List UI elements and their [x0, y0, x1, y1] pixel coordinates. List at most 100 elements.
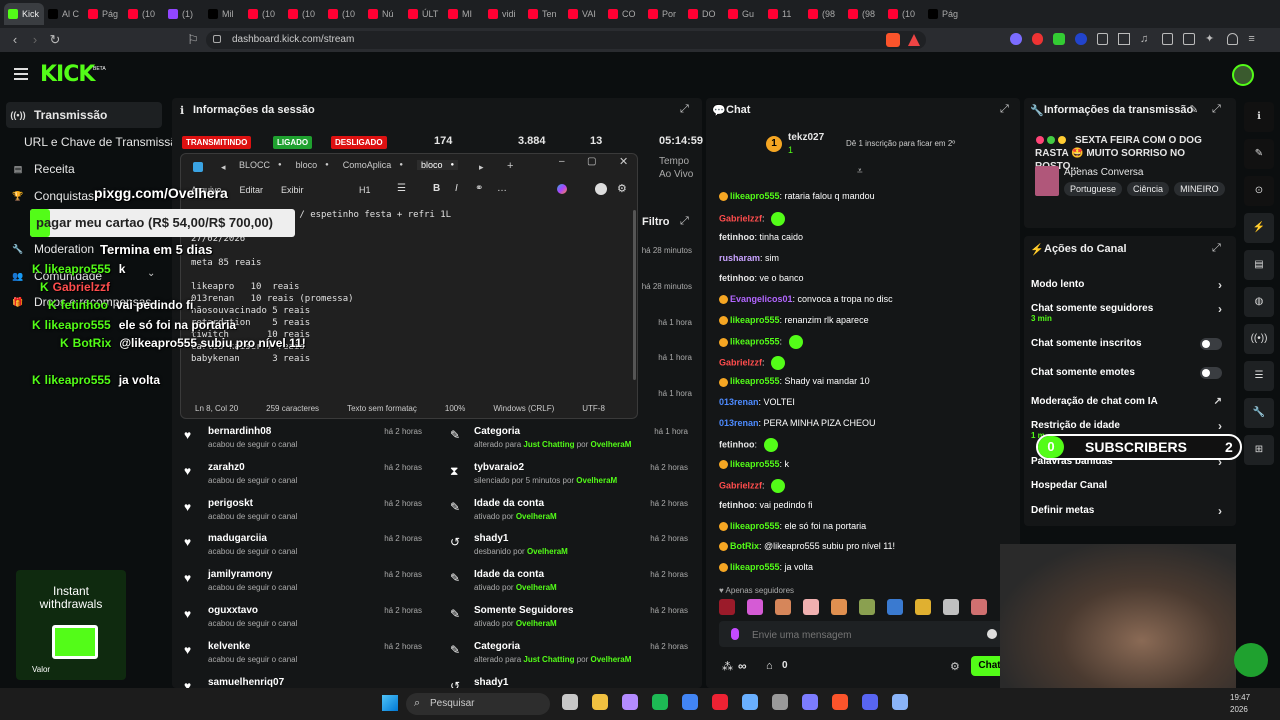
expand-icon[interactable]: ⤢	[680, 215, 689, 228]
mod-log-target[interactable]: Categoria	[474, 641, 520, 652]
browser-tab[interactable]: (10	[244, 3, 284, 25]
chat-input[interactable]	[752, 628, 952, 642]
taskbar-app-icon[interactable]	[772, 694, 788, 710]
taskbar-app-icon[interactable]	[802, 694, 818, 710]
browser-tab[interactable]: Al C	[44, 3, 84, 25]
channel-action[interactable]: Chat somente seguidores 3 min ›	[1031, 302, 1226, 323]
browser-tab[interactable]: (10	[884, 3, 924, 25]
vpn-icon[interactable]	[1226, 33, 1239, 45]
taskbar-app-icon[interactable]	[622, 694, 638, 710]
sidebar-item[interactable]: 🔧 Moderation	[10, 238, 94, 260]
taskbar-app-icon[interactable]	[862, 694, 878, 710]
browser-tab[interactable]: ÚLT	[404, 3, 444, 25]
info-icon[interactable]: ℹ	[1244, 102, 1274, 132]
doc-icon[interactable]: ▤	[1244, 250, 1274, 280]
browser-tab[interactable]: vidi	[484, 3, 524, 25]
browser-tab[interactable]: Mil	[204, 3, 244, 25]
emote-icon[interactable]	[915, 599, 931, 615]
sidebar-item[interactable]: ▤ Receita	[10, 158, 75, 180]
reload-icon[interactable]: ↻	[48, 33, 62, 47]
more-icon[interactable]: …	[497, 183, 507, 194]
channel-action[interactable]: Definir metas ›	[1031, 504, 1226, 518]
chat-username[interactable]: likeapro555	[730, 562, 780, 572]
avatar[interactable]	[1232, 64, 1254, 86]
browser-tab[interactable]: (10	[324, 3, 364, 25]
chat-username[interactable]: BotRix	[730, 541, 759, 551]
points-icon[interactable]: ⁂	[722, 660, 733, 673]
taskbar-app-icon[interactable]	[652, 694, 668, 710]
sidebar-item[interactable]: URL e Chave de Transmissão	[10, 131, 184, 153]
toggle-switch[interactable]	[1200, 338, 1222, 350]
minimize-icon[interactable]: –	[559, 156, 565, 167]
url-field[interactable]: dashboard.kick.com/stream	[206, 31, 926, 49]
follower-name[interactable]: samuelhenriq07	[208, 677, 284, 688]
sidebar-icon[interactable]	[1161, 33, 1174, 45]
mic-icon[interactable]	[731, 628, 739, 640]
follower-name[interactable]: madugarciia	[208, 533, 267, 544]
menu-icon[interactable]: ≡	[1248, 33, 1260, 45]
hamburger-menu-icon[interactable]	[14, 68, 28, 80]
emote-icon[interactable]	[775, 599, 791, 615]
chat-username[interactable]: Gabrielzzf	[719, 481, 762, 491]
magic-icon[interactable]: ✦	[1205, 33, 1217, 45]
mod-log-target[interactable]: tybvaraio2	[474, 462, 524, 473]
notepad-menu-item[interactable]: Exibir	[281, 185, 304, 195]
taskbar-search-box[interactable]	[406, 693, 550, 715]
maximize-icon[interactable]: ▢	[587, 156, 596, 167]
chat-username[interactable]: Gabrielzzf	[719, 213, 762, 223]
category-thumbnail[interactable]	[1035, 166, 1059, 196]
follower-name[interactable]: zarahz0	[208, 462, 245, 473]
taskbar-app-icon[interactable]	[682, 694, 698, 710]
mod-log-by[interactable]: OvelheraM	[527, 547, 568, 556]
browser-tab[interactable]: Pág	[84, 3, 124, 25]
emote-icon[interactable]	[719, 599, 735, 615]
chat-username[interactable]: rusharam	[719, 253, 760, 263]
chat-username[interactable]: likeapro555	[730, 337, 780, 347]
music-icon[interactable]: ♫	[1140, 33, 1152, 45]
taskbar-app-icon[interactable]	[892, 694, 908, 710]
extension-icon[interactable]	[1096, 33, 1109, 45]
chat-username[interactable]: likeapro555	[730, 376, 780, 386]
toggle-switch[interactable]	[1200, 367, 1222, 379]
pinned-user[interactable]: tekz027	[788, 132, 824, 143]
notepad-tab[interactable]: bloco ●	[296, 160, 329, 170]
mod-log-by[interactable]: OvelheraM	[516, 512, 557, 521]
browser-tab[interactable]: (98	[844, 3, 884, 25]
pin-scroll-icon[interactable]: ⩡	[857, 166, 863, 177]
close-icon[interactable]: ✕	[619, 155, 628, 168]
target-icon[interactable]: ⊙	[1244, 176, 1274, 206]
mod-log-target[interactable]: Categoria	[474, 426, 520, 437]
scrollbar[interactable]	[633, 210, 636, 380]
channel-action[interactable]: Moderação de chat com IA ↗	[1031, 396, 1226, 407]
taskbar-app-icon[interactable]	[712, 694, 728, 710]
list-icon[interactable]: ☰	[1244, 361, 1274, 391]
channel-action[interactable]: Modo lento ›	[1031, 278, 1226, 292]
channel-action[interactable]: Chat somente emotes	[1031, 367, 1226, 379]
site-info-icon[interactable]	[213, 35, 221, 43]
browser-tab[interactable]: Pág	[924, 3, 964, 25]
category-name[interactable]: Apenas Conversa	[1064, 167, 1144, 178]
follower-name[interactable]: perigoskt	[208, 498, 253, 509]
pen-icon[interactable]: ✎	[1244, 139, 1274, 169]
brave-shield-icon[interactable]	[886, 33, 900, 47]
chat-username[interactable]: fetinhoo	[719, 500, 755, 510]
chat-username[interactable]: likeapro555	[730, 191, 780, 201]
emote-icon[interactable]	[831, 599, 847, 615]
gift-icon[interactable]: ⌂	[766, 660, 773, 672]
stream-tag[interactable]: Portuguese	[1064, 182, 1123, 196]
browser-tab[interactable]: CO	[604, 3, 644, 25]
mod-log-by[interactable]: OvelheraM	[516, 583, 557, 592]
mod-log-by[interactable]: OvelheraM	[576, 476, 617, 485]
mod-log-target[interactable]: shady1	[474, 533, 508, 544]
channel-action[interactable]: Chat somente inscritos	[1031, 338, 1226, 350]
notepad-tab[interactable]: ComoAplica ●	[343, 160, 403, 170]
sidebar-item[interactable]: 🏆 Conquistas	[10, 185, 94, 207]
extension-icon[interactable]	[1031, 33, 1044, 45]
filter-label[interactable]: Filtro	[642, 216, 670, 228]
browser-tab[interactable]: Kick	[4, 3, 44, 25]
browser-tab[interactable]: (1)	[164, 3, 204, 25]
bold-icon[interactable]: B	[433, 183, 440, 194]
mod-log-target[interactable]: Idade da conta	[474, 498, 544, 509]
edit-icon[interactable]: ✎	[1189, 103, 1198, 116]
bookmark-icon[interactable]: ⚐	[186, 33, 200, 47]
